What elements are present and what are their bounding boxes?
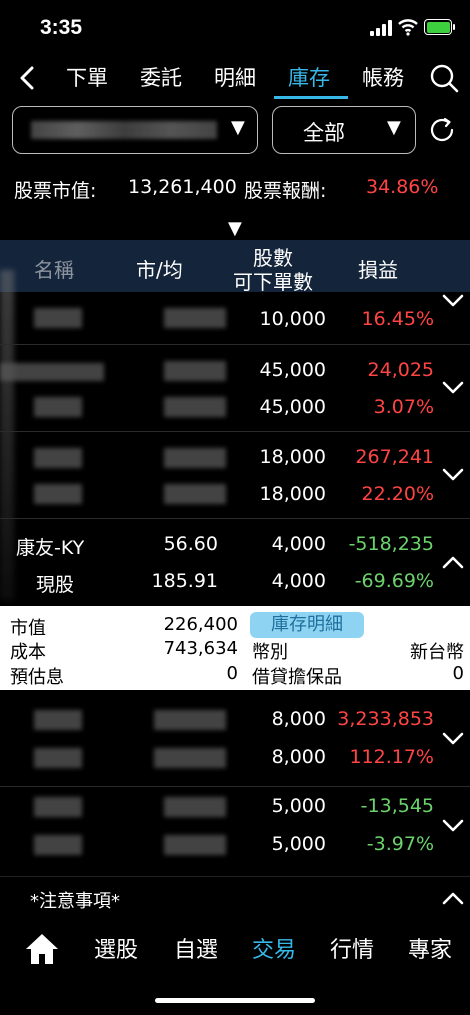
nav-trade[interactable]: 交易 [252, 932, 296, 964]
refresh-icon[interactable] [426, 114, 458, 146]
chevron-down-icon[interactable] [442, 381, 464, 395]
return-value: 34.86% [366, 176, 439, 198]
wifi-icon [398, 19, 418, 36]
row-pnl: -518,235 [348, 533, 434, 555]
row-pnl: 3,233,853 [337, 708, 434, 730]
row-orderable: 5,000 [271, 833, 326, 855]
row-qty: 18,000 [259, 446, 326, 468]
detail-dividend: 0 [226, 663, 238, 684]
status-time: 3:35 [40, 16, 83, 39]
header-orderable[interactable]: 可下單數 [230, 266, 316, 295]
row-orderable: 4,000 [271, 570, 326, 592]
status-bar: 3:35 [0, 0, 470, 56]
table-row[interactable]: 8,000 8,000 3,233,853 112.17% [0, 700, 470, 786]
notice-bar[interactable]: *注意事項* [0, 876, 470, 920]
row-pnl-pct: 112.17% [349, 746, 434, 768]
chevron-down-icon[interactable] [442, 819, 464, 833]
account-select[interactable]: ▼ [12, 106, 258, 154]
back-icon[interactable] [14, 64, 42, 92]
row-pnl: 24,025 [367, 359, 434, 381]
table-row[interactable]: 45,000 45,000 24,025 3.07% [0, 345, 470, 431]
home-indicator[interactable] [155, 998, 315, 1003]
notice-label: *注意事項* [30, 891, 120, 912]
row-pnl: -13,545 [360, 795, 434, 817]
row-qty: 8,000 [271, 708, 326, 730]
nav-experts[interactable]: 專家 [408, 932, 452, 964]
inventory-detail-button[interactable]: 庫存明細 [250, 612, 364, 638]
chevron-up-icon[interactable] [442, 555, 464, 569]
chevron-down-icon[interactable] [442, 732, 464, 746]
row-orderable: 18,000 [259, 483, 326, 505]
active-tab-indicator [274, 96, 348, 99]
row-qty: 10,000 [259, 308, 326, 330]
chevron-down-icon[interactable] [442, 294, 464, 308]
table-row[interactable]: 5,000 5,000 -13,545 -3.97% [0, 787, 470, 873]
table-row[interactable]: 18,000 18,000 267,241 22.20% [0, 432, 470, 518]
tab-details[interactable]: 明細 [214, 62, 256, 92]
detail-market-value-label: 市值 [10, 618, 46, 639]
chevron-up-icon[interactable] [442, 891, 464, 905]
row-pnl-pct: 22.20% [361, 483, 434, 505]
market-value-label: 股票市值: [14, 180, 97, 202]
search-icon[interactable] [428, 62, 460, 94]
masked-account [31, 121, 217, 139]
detail-collateral-label: 借貸擔保品 [252, 667, 342, 688]
row-pnl: 16.45% [361, 308, 434, 330]
row-pnl: 267,241 [355, 446, 434, 468]
signal-icon [370, 20, 392, 36]
row-pnl-pct: -3.97% [366, 833, 434, 855]
detail-collateral: 0 [452, 663, 464, 684]
nav-watchlist[interactable]: 自選 [174, 932, 218, 964]
table-header: 名稱 市/均 股數 可下單數 損益 [0, 240, 470, 295]
detail-cost: 743,634 [163, 638, 238, 659]
market-value: 13,261,400 [128, 176, 237, 198]
row-orderable: 45,000 [259, 396, 326, 418]
average-price: 185.91 [151, 570, 218, 592]
row-orderable: 8,000 [271, 746, 326, 768]
return-label: 股票報酬: [244, 180, 327, 202]
detail-currency: 新台幣 [410, 642, 464, 663]
row-qty: 45,000 [259, 359, 326, 381]
sort-caret-icon[interactable]: ▼ [228, 218, 242, 239]
type-select-value: 全部 [303, 121, 345, 145]
bottom-nav: 選股 自選 交易 行情 專家 [0, 920, 470, 980]
trade-type: 現股 [36, 574, 75, 596]
row-qty: 4,000 [271, 533, 326, 555]
row-qty: 5,000 [271, 795, 326, 817]
top-nav: 下單 委託 明細 庫存 帳務 [0, 56, 470, 100]
battery-icon [424, 19, 455, 35]
account-caret-icon: ▼ [231, 117, 245, 138]
chevron-down-icon[interactable] [442, 468, 464, 482]
detail-cost-label: 成本 [10, 642, 46, 663]
table-row-expanded[interactable]: 康友-KY 現股 56.60 185.91 4,000 4,000 -518,2… [0, 519, 470, 605]
holding-detail-panel: 市值 226,400 成本 743,634 預估息 0 庫存明細 幣別 新台幣 … [0, 606, 470, 690]
market-price: 56.60 [163, 533, 218, 555]
tab-inventory[interactable]: 庫存 [288, 62, 330, 92]
header-pnl[interactable]: 損益 [358, 254, 398, 283]
header-name[interactable]: 名稱 [34, 254, 74, 283]
nav-quotes[interactable]: 行情 [330, 932, 374, 964]
detail-dividend-label: 預估息 [10, 667, 64, 688]
type-select[interactable]: 全部 ▼ [272, 106, 416, 154]
tab-commission[interactable]: 委託 [140, 62, 182, 92]
row-pnl-pct: -69.69% [354, 570, 434, 592]
tab-order[interactable]: 下單 [66, 62, 108, 92]
tab-accounts[interactable]: 帳務 [362, 62, 404, 92]
detail-market-value: 226,400 [163, 614, 238, 635]
header-price[interactable]: 市/均 [136, 254, 183, 283]
nav-stock-picker[interactable]: 選股 [94, 932, 138, 964]
home-icon[interactable] [24, 932, 60, 966]
detail-currency-label: 幣別 [252, 642, 288, 663]
table-row[interactable]: 10,000 16.45% [0, 292, 470, 344]
row-pnl-pct: 3.07% [373, 396, 434, 418]
type-caret-icon: ▼ [387, 117, 401, 138]
stock-name: 康友-KY [16, 537, 85, 559]
